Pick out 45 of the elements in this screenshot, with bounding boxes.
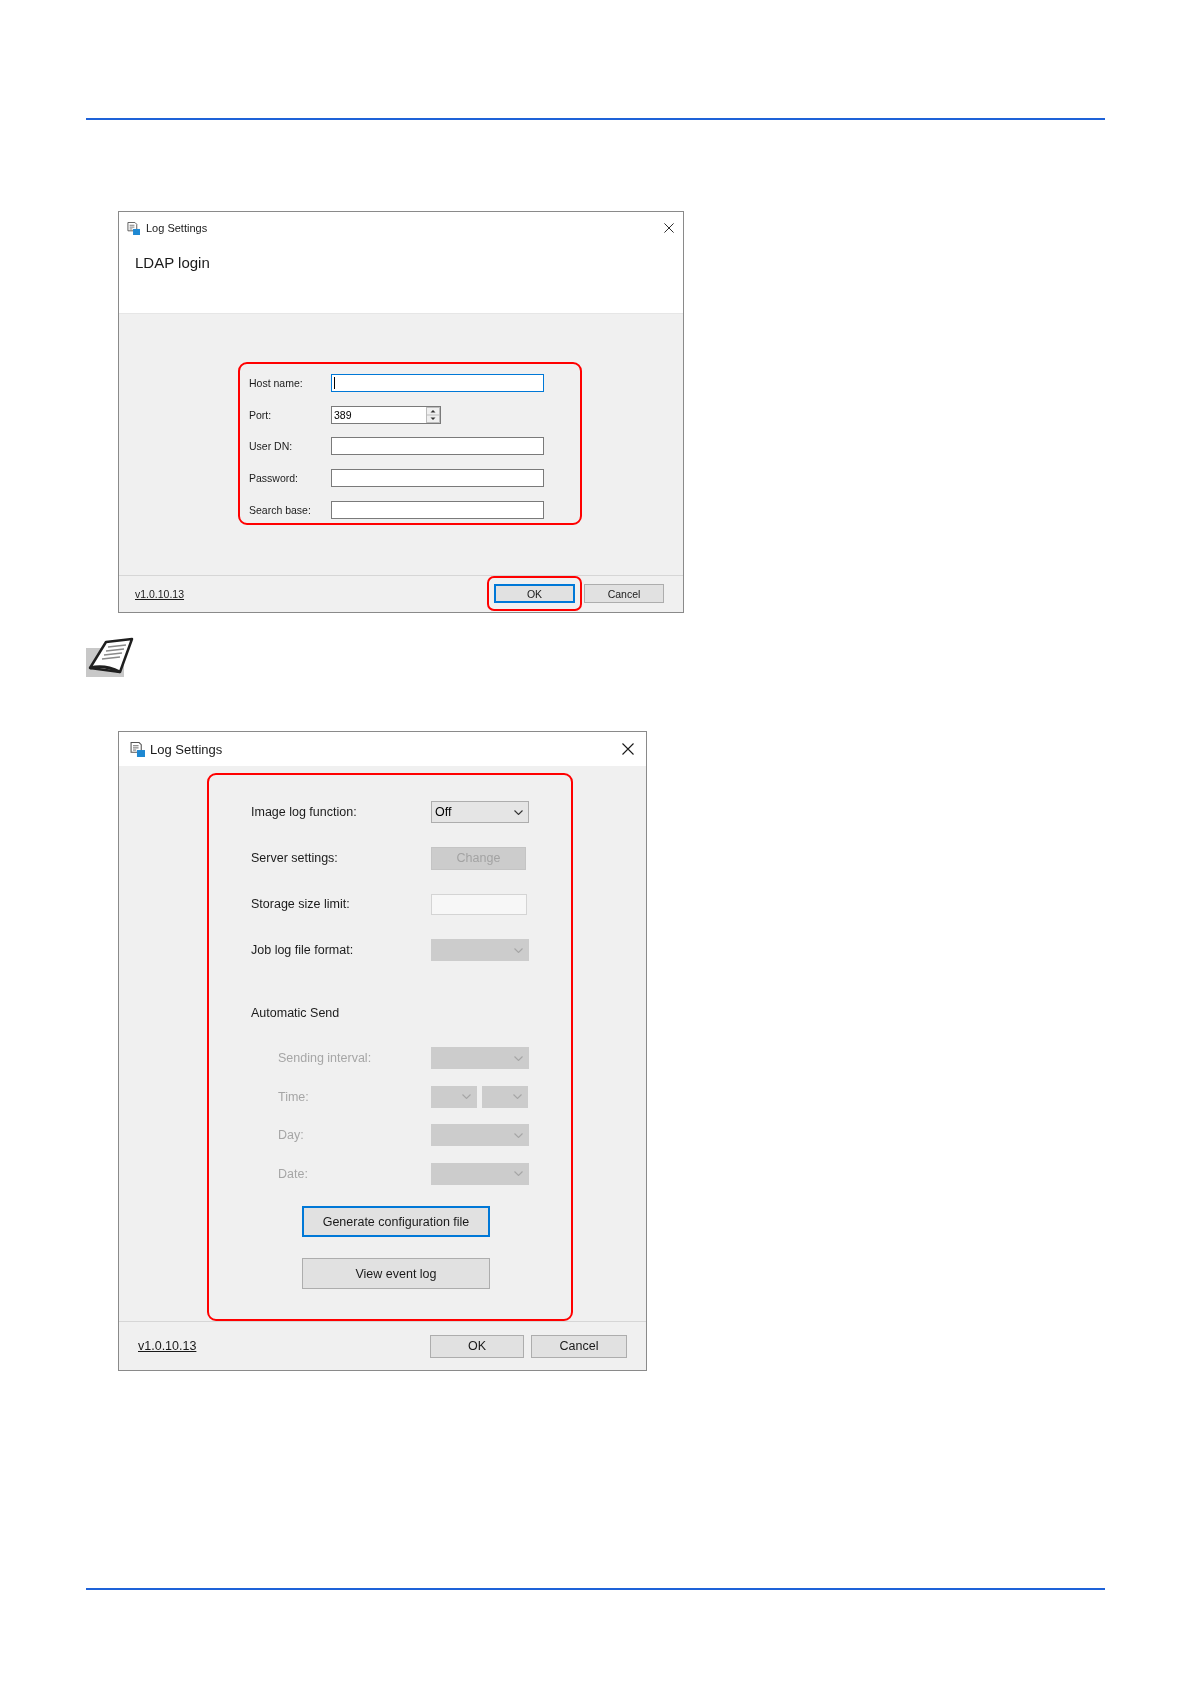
dialog-button[interactable]: Cancel xyxy=(531,1334,627,1358)
dialog-button[interactable]: Cancel xyxy=(584,584,664,603)
field-label: Port: xyxy=(249,408,273,421)
text-field[interactable] xyxy=(331,373,544,392)
setting-label: Server settings: xyxy=(251,851,339,865)
chevron-down-icon xyxy=(514,1132,523,1138)
chevron-down-icon xyxy=(462,1094,471,1100)
document-icon xyxy=(130,741,145,757)
setting-label: Job log file format: xyxy=(251,943,355,957)
dialog-button[interactable]: OK xyxy=(494,584,575,603)
text-field[interactable] xyxy=(331,437,544,456)
field-label: Host name: xyxy=(249,376,304,389)
document-icon xyxy=(127,221,140,235)
chevron-down-icon xyxy=(514,1055,523,1061)
setting-label: Storage size limit: xyxy=(251,897,351,911)
version-link[interactable]: v1.0.10.13 xyxy=(138,1339,197,1353)
setting-label: Time: xyxy=(277,1089,310,1104)
chevron-down-icon xyxy=(514,1171,523,1177)
dialog-button[interactable]: OK xyxy=(430,1334,524,1358)
spin-arrows-icon[interactable] xyxy=(426,406,440,423)
close-icon[interactable] xyxy=(664,223,674,233)
setting-label: Image log function: xyxy=(251,805,358,819)
section-heading: Automatic Send xyxy=(251,1005,341,1022)
text-field[interactable] xyxy=(331,500,544,519)
text-cursor-icon xyxy=(334,376,335,389)
field-label: Password: xyxy=(249,471,300,484)
setting-label: Sending interval: xyxy=(277,1051,373,1066)
action-button[interactable]: Generate configuration file xyxy=(302,1206,490,1237)
text-field[interactable] xyxy=(331,468,544,487)
dropdown[interactable]: Off xyxy=(431,801,529,823)
window-title: Log Settings xyxy=(150,741,224,757)
action-button[interactable]: View event log xyxy=(302,1258,490,1289)
close-icon[interactable] xyxy=(622,743,634,755)
chevron-down-icon xyxy=(514,947,523,953)
number-spinner-field[interactable]: 389 xyxy=(331,405,441,424)
dialog-heading: LDAP login xyxy=(135,254,210,271)
field-label: User DN: xyxy=(249,440,294,453)
chevron-down-icon xyxy=(513,1094,522,1100)
paper-note-icon xyxy=(86,637,134,677)
setting-label: Date: xyxy=(277,1166,309,1181)
setting-label: Day: xyxy=(277,1128,305,1143)
version-link[interactable]: v1.0.10.13 xyxy=(135,587,185,600)
field-label: Search base: xyxy=(249,503,312,516)
window-title: Log Settings xyxy=(146,222,209,234)
chevron-down-icon xyxy=(514,809,523,815)
